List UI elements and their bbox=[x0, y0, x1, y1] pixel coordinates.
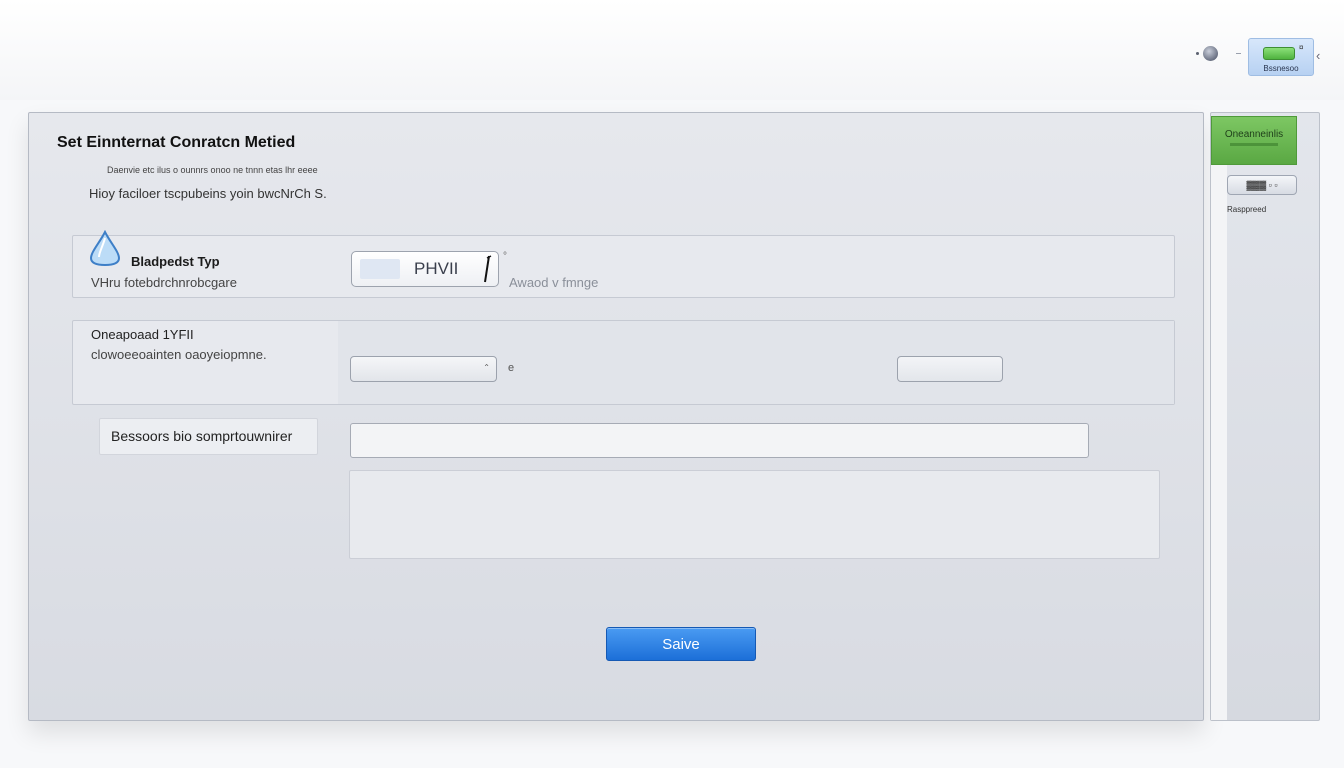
connection-type-help: VHru fotebdrchnrobcgare bbox=[91, 275, 237, 290]
connection-type-value: PHVII bbox=[414, 259, 459, 278]
side-label: Rasppreed bbox=[1227, 205, 1267, 214]
top-bar: ¤ Bssnesoo ‹ bbox=[0, 0, 1344, 100]
chevron-left-icon[interactable]: ‹ bbox=[1316, 48, 1320, 63]
browse-button[interactable]: Bessoors bio somprtouwnirer bbox=[99, 418, 318, 455]
field-swatch bbox=[360, 259, 400, 279]
options-section: Oneapoaad 1YFII clowoeeoainten oaoyeiopm… bbox=[72, 320, 1175, 405]
connection-type-label: Bladpedst Typ bbox=[131, 254, 220, 269]
chevron-updown-icon: ⌃ bbox=[483, 363, 490, 372]
options-secondary-field[interactable] bbox=[897, 356, 1003, 382]
details-textarea[interactable] bbox=[349, 470, 1160, 559]
connection-type-hint: Awaod v fmnge bbox=[509, 275, 599, 290]
top-dot bbox=[1196, 52, 1199, 55]
status-underline bbox=[1230, 143, 1278, 146]
drop-icon bbox=[89, 230, 121, 266]
top-divider bbox=[1236, 53, 1241, 54]
connected-status-tile[interactable]: Oneanneinlis bbox=[1211, 116, 1297, 165]
side-panel: Oneanneinlis ▓▓▓ ▫ ▫ Rasppreed bbox=[1210, 112, 1320, 721]
page-description: Hioy faciloer tscpubeins yoin bwcNrCh S. bbox=[89, 186, 327, 201]
status-mark: ¤ bbox=[1299, 43, 1304, 52]
page-subtitle: Daenvie etc ilus o ounnrs onoo ne tnnn e… bbox=[107, 165, 318, 175]
page-title: Set Einnternat Conratcn Metied bbox=[57, 134, 296, 151]
path-input[interactable] bbox=[350, 423, 1089, 458]
side-gap bbox=[1211, 165, 1227, 720]
options-help: clowoeeoainten oaoyeiopmne. bbox=[91, 347, 267, 362]
options-select[interactable]: ⌃ bbox=[350, 356, 497, 382]
status-label: Bssnesoo bbox=[1263, 64, 1299, 73]
battery-icon bbox=[1263, 47, 1295, 60]
connection-type-field[interactable]: PHVII bbox=[351, 251, 499, 287]
side-toggle[interactable]: ▓▓▓ ▫ ▫ bbox=[1227, 175, 1297, 195]
connection-type-mark: ° bbox=[503, 251, 507, 262]
connected-status-label: Oneanneinlis bbox=[1224, 129, 1284, 140]
globe-icon[interactable] bbox=[1203, 46, 1218, 61]
options-label: Oneapoaad 1YFII bbox=[91, 327, 194, 342]
options-mark: e bbox=[508, 362, 515, 374]
connection-method-panel: Set Einnternat Conratcn Metied Daenvie e… bbox=[28, 112, 1204, 721]
text-cursor-icon bbox=[484, 255, 492, 283]
connection-type-section: Bladpedst Typ VHru fotebdrchnrobcgare PH… bbox=[72, 230, 1175, 298]
save-button[interactable]: Saive bbox=[606, 627, 756, 661]
network-status-widget[interactable]: ¤ Bssnesoo bbox=[1248, 38, 1314, 76]
